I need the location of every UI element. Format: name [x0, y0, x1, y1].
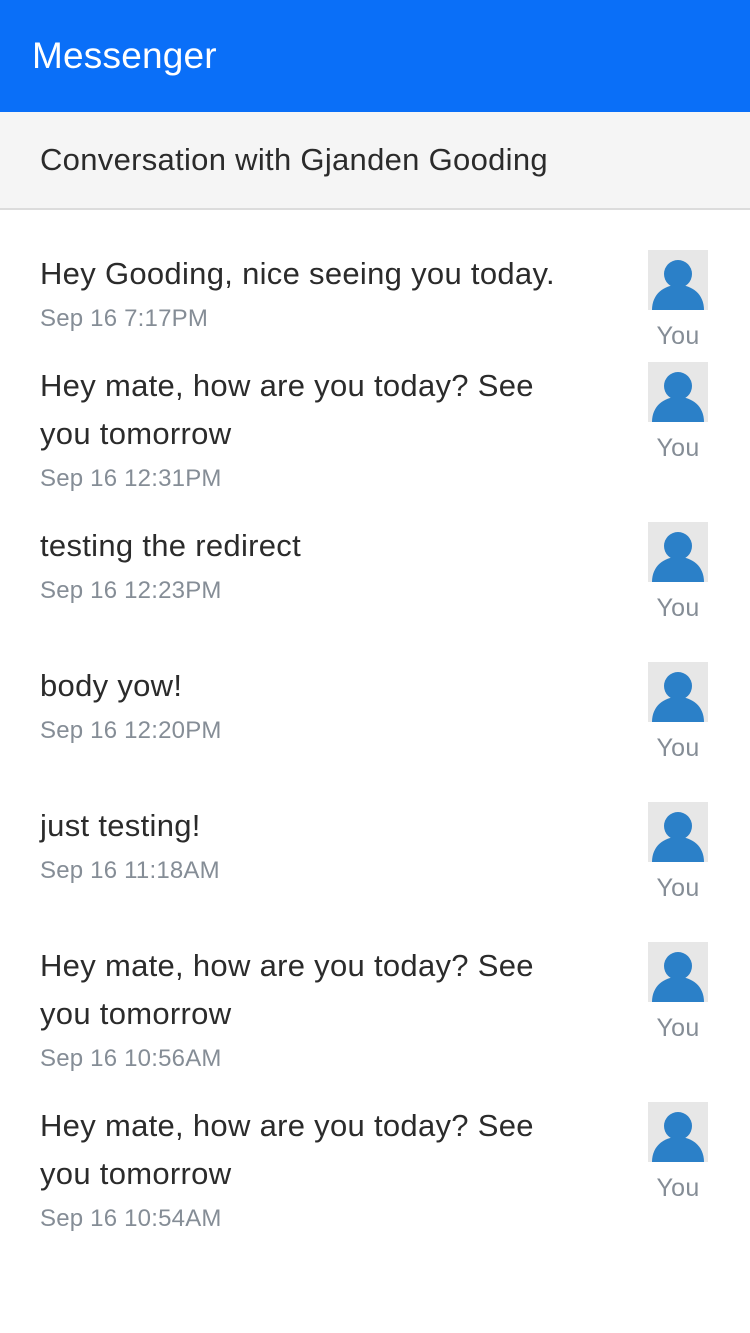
message-sender: You: [648, 362, 708, 463]
app-title: Messenger: [32, 35, 217, 76]
message-timestamp: Sep 16 10:56AM: [40, 1045, 222, 1072]
person-icon: [648, 250, 708, 310]
message-timestamp: Sep 16 12:23PM: [40, 577, 222, 604]
message-timestamp: Sep 16 10:54AM: [40, 1205, 222, 1232]
message-sender: You: [648, 522, 708, 623]
message-sender: You: [648, 250, 708, 351]
message-timestamp: Sep 16 11:18AM: [40, 857, 220, 884]
message-sender: You: [648, 1102, 708, 1203]
sender-name: You: [656, 594, 700, 622]
message-text: Hey mate, how are you today? See you tom…: [40, 368, 534, 451]
message-timestamp: Sep 16 12:20PM: [40, 717, 222, 744]
message-item[interactable]: just testing! Sep 16 11:18AM You: [0, 802, 750, 914]
message-item[interactable]: Hey mate, how are you today? See you tom…: [0, 1102, 750, 1234]
sender-name: You: [656, 1174, 700, 1202]
app-header: Messenger: [0, 0, 750, 112]
message-item[interactable]: Hey mate, how are you today? See you tom…: [0, 942, 750, 1074]
sender-name: You: [656, 322, 700, 350]
message-text: Hey mate, how are you today? See you tom…: [40, 948, 534, 1031]
conversation-title: Conversation with Gjanden Gooding: [40, 142, 548, 177]
message-sender: You: [648, 942, 708, 1043]
person-icon: [648, 1102, 708, 1162]
message-item[interactable]: Hey mate, how are you today? See you tom…: [0, 362, 750, 494]
message-text: body yow!: [40, 668, 183, 703]
message-text: Hey mate, how are you today? See you tom…: [40, 1108, 534, 1191]
message-timestamp: Sep 16 7:17PM: [40, 305, 209, 332]
sender-name: You: [656, 874, 700, 902]
sender-name: You: [656, 734, 700, 762]
message-item[interactable]: body yow! Sep 16 12:20PM You: [0, 662, 750, 774]
sender-name: You: [656, 434, 700, 462]
person-icon: [648, 802, 708, 862]
message-list[interactable]: Hey Gooding, nice seeing you today. Sep …: [0, 250, 750, 1234]
message-sender: You: [648, 802, 708, 903]
message-text: testing the redirect: [40, 528, 302, 563]
message-text: Hey Gooding, nice seeing you today.: [40, 256, 555, 291]
person-icon: [648, 362, 708, 422]
person-icon: [648, 942, 708, 1002]
message-item[interactable]: Hey Gooding, nice seeing you today. Sep …: [0, 250, 750, 350]
person-icon: [648, 662, 708, 722]
conversation-header: Conversation with Gjanden Gooding: [0, 112, 750, 210]
message-sender: You: [648, 662, 708, 763]
message-text: just testing!: [40, 808, 201, 843]
person-icon: [648, 522, 708, 582]
sender-name: You: [656, 1014, 700, 1042]
message-timestamp: Sep 16 12:31PM: [40, 465, 222, 492]
message-item[interactable]: testing the redirect Sep 16 12:23PM You: [0, 522, 750, 634]
